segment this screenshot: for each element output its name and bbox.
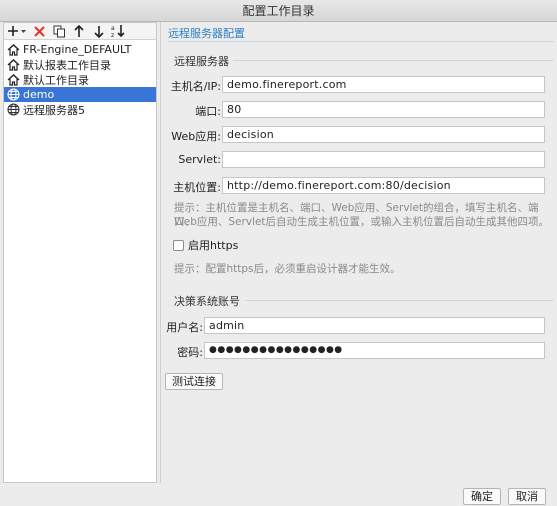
dialog-body: az FR-Engine_DEFAULT 默认报表工作目录 默认工作目录 dem… (0, 22, 557, 506)
home-icon (6, 73, 20, 87)
servlet-label: Servlet: (178, 153, 221, 166)
https-label: 启用https (188, 239, 239, 252)
red-x-icon[interactable] (31, 24, 47, 39)
globe-icon (6, 103, 20, 117)
cancel-button[interactable]: 取消 (508, 488, 546, 505)
tree-item-label: demo (23, 88, 55, 101)
location-hint-line-2: Web应用、Servlet后自动生成主机位置，或输入主机位置后自动生成其他四项。 (174, 216, 550, 228)
port-label: 端口: (195, 105, 221, 118)
toolbar: az (4, 23, 156, 40)
location-label: 主机位置: (173, 181, 221, 194)
https-checkbox[interactable] (173, 239, 184, 251)
servlet-input[interactable] (222, 151, 545, 168)
sort-icon[interactable]: az (111, 24, 127, 39)
port-input[interactable]: 80 (222, 101, 545, 118)
tree-item-label: FR-Engine_DEFAULT (23, 43, 132, 56)
tree-item-demo[interactable]: demo (4, 87, 156, 102)
username-label: 用户名: (166, 321, 203, 334)
divider (245, 300, 554, 301)
panel-title: 远程服务器配置 (168, 27, 245, 40)
section-title-remote-server: 远程服务器 (174, 55, 229, 68)
workspace-tree: FR-Engine_DEFAULT 默认报表工作目录 默认工作目录 demo 远… (4, 40, 156, 117)
tree-item-default-dir[interactable]: 默认工作目录 (4, 72, 156, 87)
tree-item-remote-server-5[interactable]: 远程服务器5 (4, 102, 156, 117)
host-input[interactable]: demo.finereport.com (222, 76, 545, 93)
plus-with-dropdown-icon[interactable] (7, 24, 27, 39)
arrow-down-icon[interactable] (91, 24, 107, 39)
location-input[interactable]: http://demo.finereport.com:80/decision (222, 177, 545, 194)
https-toggle[interactable]: 启用https (173, 237, 238, 253)
copy-icon[interactable] (51, 24, 67, 39)
tree-item-label: 默认工作目录 (23, 73, 89, 87)
ok-button[interactable]: 确定 (463, 488, 501, 505)
svg-text:z: z (111, 32, 114, 38)
divider (168, 41, 554, 42)
home-icon (6, 43, 20, 57)
workspace-list-panel: az FR-Engine_DEFAULT 默认报表工作目录 默认工作目录 dem… (3, 22, 157, 483)
svg-text:a: a (111, 25, 115, 32)
arrow-up-icon[interactable] (71, 24, 87, 39)
tree-item-label: 远程服务器5 (23, 103, 85, 117)
section-title-decision-account: 决策系统账号 (174, 295, 240, 308)
tree-item-default-report-dir[interactable]: 默认报表工作目录 (4, 57, 156, 72)
tree-item-fr-engine-default[interactable]: FR-Engine_DEFAULT (4, 42, 156, 57)
password-input[interactable]: ●●●●●●●●●●●●●●●● (204, 342, 545, 359)
globe-icon (6, 88, 20, 102)
window-title: 配置工作目录 (0, 0, 557, 22)
tree-item-label: 默认报表工作目录 (23, 58, 111, 72)
https-hint: 提示：配置https后，必须重启设计器才能生效。 (174, 263, 401, 275)
home-icon (6, 58, 20, 72)
username-input[interactable]: admin (204, 317, 545, 334)
host-label: 主机名/IP: (170, 80, 221, 93)
webapp-input[interactable]: decision (222, 126, 545, 143)
webapp-label: Web应用: (171, 130, 221, 143)
password-label: 密码: (177, 346, 203, 359)
test-connection-button[interactable]: 测试连接 (165, 373, 223, 390)
divider (233, 60, 554, 61)
remote-server-config-panel: 远程服务器配置 远程服务器 主机名/IP: demo.finereport.co… (160, 22, 557, 483)
